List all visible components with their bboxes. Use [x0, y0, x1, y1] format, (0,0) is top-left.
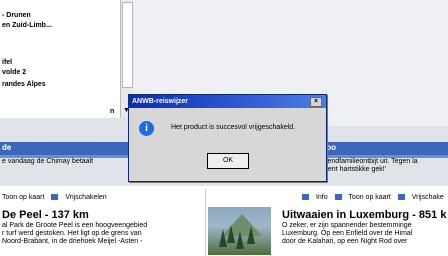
tree-image — [247, 226, 255, 244]
ok-button[interactable]: OK — [207, 153, 249, 169]
info-link[interactable]: Info — [316, 194, 328, 201]
list-item[interactable]: en Zuid-Limb... — [2, 22, 52, 29]
left-card-toolbar: Toon op kaart Vrijschakelen — [2, 194, 112, 201]
left-header-text: de — [2, 143, 12, 152]
info-icon — [302, 194, 309, 201]
list-item[interactable]: volde 2 — [2, 69, 26, 76]
right-section-header: Too — [318, 142, 448, 155]
scroll-thumb[interactable] — [122, 2, 133, 88]
map-link[interactable]: Toon op kaart — [348, 194, 390, 201]
anwb-dialog: ANWB-reiswijzer × i Het product is succe… — [128, 94, 327, 182]
sort-label: n — [110, 108, 115, 115]
right-card-toolbar: Info Toon op kaart Vrijschake — [302, 194, 448, 201]
results-list: - Drunen en Zuid-Limb... ifel volde 2 ra… — [0, 0, 120, 118]
unlock-link[interactable]: Vrijschake — [412, 194, 444, 201]
map-link[interactable]: Toon op kaart — [2, 194, 44, 201]
tree-image — [236, 231, 244, 249]
card-divider — [205, 189, 206, 256]
info-icon: i — [139, 121, 154, 136]
close-icon[interactable]: × — [310, 97, 322, 107]
card-description: O zeker, er zijn spannender bestemminge … — [282, 222, 413, 245]
dialog-message: Het product is succesvol vrijgeschakeld. — [171, 124, 296, 131]
list-item[interactable]: ifel — [2, 59, 12, 66]
tree-image — [227, 225, 235, 243]
list-item[interactable]: randes Alpes — [2, 81, 46, 88]
unlock-icon — [397, 194, 405, 201]
unlock-icon — [51, 194, 59, 201]
card-title[interactable]: Uitwaaien in Luxemburg - 851 k — [282, 209, 446, 221]
unlock-link[interactable]: Vrijschakelen — [65, 194, 106, 201]
right-preview-text: tiendfamilieontbijt uit. Tegen la bent h… — [324, 158, 418, 173]
tree-image — [219, 229, 227, 247]
card-title[interactable]: De Peel - 137 km — [2, 209, 89, 221]
card-description: al Park de Groote Peel is een hoogveenge… — [2, 222, 148, 245]
map-icon — [334, 194, 342, 201]
dialog-title-bar: ANWB-reiswijzer × — [129, 95, 326, 108]
list-item[interactable]: - Drunen — [2, 12, 31, 19]
dialog-title: ANWB-reiswijzer — [132, 98, 189, 105]
